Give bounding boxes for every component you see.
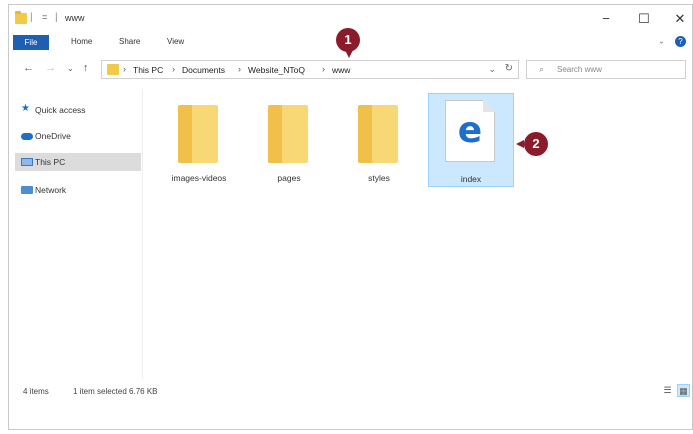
search-box[interactable]: ⌕ (526, 60, 686, 79)
status-bar: 4 items 1 item selected 6.76 KB ☰ ▦ (9, 381, 692, 403)
folder-icon (107, 64, 119, 75)
tab-file[interactable]: File (13, 35, 49, 50)
ribbon-controls: ⌄ ? (658, 36, 686, 47)
breadcrumb-separator[interactable]: › (238, 64, 241, 74)
up-arrow-icon[interactable]: ↑ (83, 62, 89, 74)
refresh-icon[interactable]: ↻ (505, 63, 513, 74)
edge-html-file-icon: e (445, 100, 495, 162)
breadcrumb-www[interactable]: www (332, 65, 350, 75)
sidebar-item-quick-access[interactable]: ★ Quick access (15, 101, 141, 119)
breadcrumb-documents[interactable]: Documents (182, 65, 225, 75)
callout-2: 2 (524, 132, 548, 156)
file-list: images-videos pages styles e index (144, 89, 692, 379)
sidebar-item-label: This PC (35, 157, 66, 167)
breadcrumb-this-pc[interactable]: This PC (133, 65, 163, 75)
sidebar-item-onedrive[interactable]: OneDrive (15, 127, 141, 145)
sidebar-item-label: OneDrive (35, 131, 71, 141)
file-name: pages (277, 173, 301, 183)
sidebar-item-this-pc[interactable]: This PC (15, 153, 141, 171)
back-arrow-icon[interactable]: ← (23, 62, 34, 74)
help-icon[interactable]: ? (675, 36, 686, 47)
folder-icon (178, 105, 218, 163)
title-separator: | (55, 12, 58, 23)
close-button[interactable]: ✕ (665, 10, 693, 28)
large-icons-view-icon[interactable]: ▦ (677, 384, 690, 397)
computer-icon (21, 158, 33, 166)
folder-icon (358, 105, 398, 163)
breadcrumb-separator[interactable]: › (322, 64, 325, 74)
file-name: index (460, 174, 482, 184)
network-icon (21, 186, 33, 194)
expand-ribbon-chevron-icon[interactable]: ⌄ (658, 37, 665, 46)
folder-icon (268, 105, 308, 163)
tab-home[interactable]: Home (71, 37, 92, 46)
file-name: images-videos (171, 173, 227, 183)
search-input[interactable] (557, 63, 677, 76)
selection-info: 1 item selected 6.76 KB (73, 387, 158, 396)
tab-share[interactable]: Share (119, 37, 140, 46)
maximize-button[interactable]: ☐ (629, 10, 659, 28)
recent-locations-chevron-icon[interactable]: ⌄ (67, 64, 74, 73)
cloud-icon (21, 133, 33, 140)
details-view-icon[interactable]: ☰ (661, 384, 674, 397)
breadcrumb-separator[interactable]: › (172, 64, 175, 74)
folder-icon (15, 11, 27, 24)
title-separator: | (30, 12, 33, 23)
star-icon: ★ (21, 103, 30, 114)
file-explorer-window: | = | www − ☐ ✕ File Home Share View ⌄ ?… (8, 4, 693, 430)
sidebar-item-label: Quick access (35, 105, 86, 115)
edge-logo-icon: e (457, 110, 483, 151)
file-item-images-videos[interactable]: images-videos (156, 93, 242, 187)
tab-view[interactable]: View (167, 37, 184, 46)
sidebar-item-label: Network (35, 185, 67, 195)
file-item-styles[interactable]: styles (336, 93, 422, 187)
sidebar-item-network[interactable]: Network (15, 181, 141, 199)
address-bar[interactable]: › This PC › Documents › Website_NToQ › w… (101, 60, 519, 79)
quick-access-toolbar-dropdown[interactable]: = (42, 12, 47, 22)
callout-1-pointer (345, 50, 353, 58)
minimize-button[interactable]: − (591, 10, 621, 28)
forward-arrow-icon[interactable]: → (45, 62, 56, 74)
navigation-bar: ← → ⌄ ↑ › This PC › Documents › Website_… (9, 57, 692, 83)
navigation-pane: ★ Quick access OneDrive This PC Network (9, 89, 143, 379)
item-count: 4 items (23, 387, 49, 396)
address-dropdown-chevron-icon[interactable]: ⌄ (488, 64, 496, 75)
callout-2-pointer (516, 140, 524, 148)
file-item-pages[interactable]: pages (246, 93, 332, 187)
file-name: styles (368, 173, 390, 183)
window-title: www (65, 13, 85, 23)
search-icon: ⌕ (539, 64, 545, 74)
breadcrumb-website-ntoq[interactable]: Website_NToQ (248, 65, 305, 75)
file-item-index[interactable]: e index (428, 93, 514, 187)
breadcrumb-separator[interactable]: › (123, 64, 126, 74)
callout-1: 1 (336, 28, 360, 52)
